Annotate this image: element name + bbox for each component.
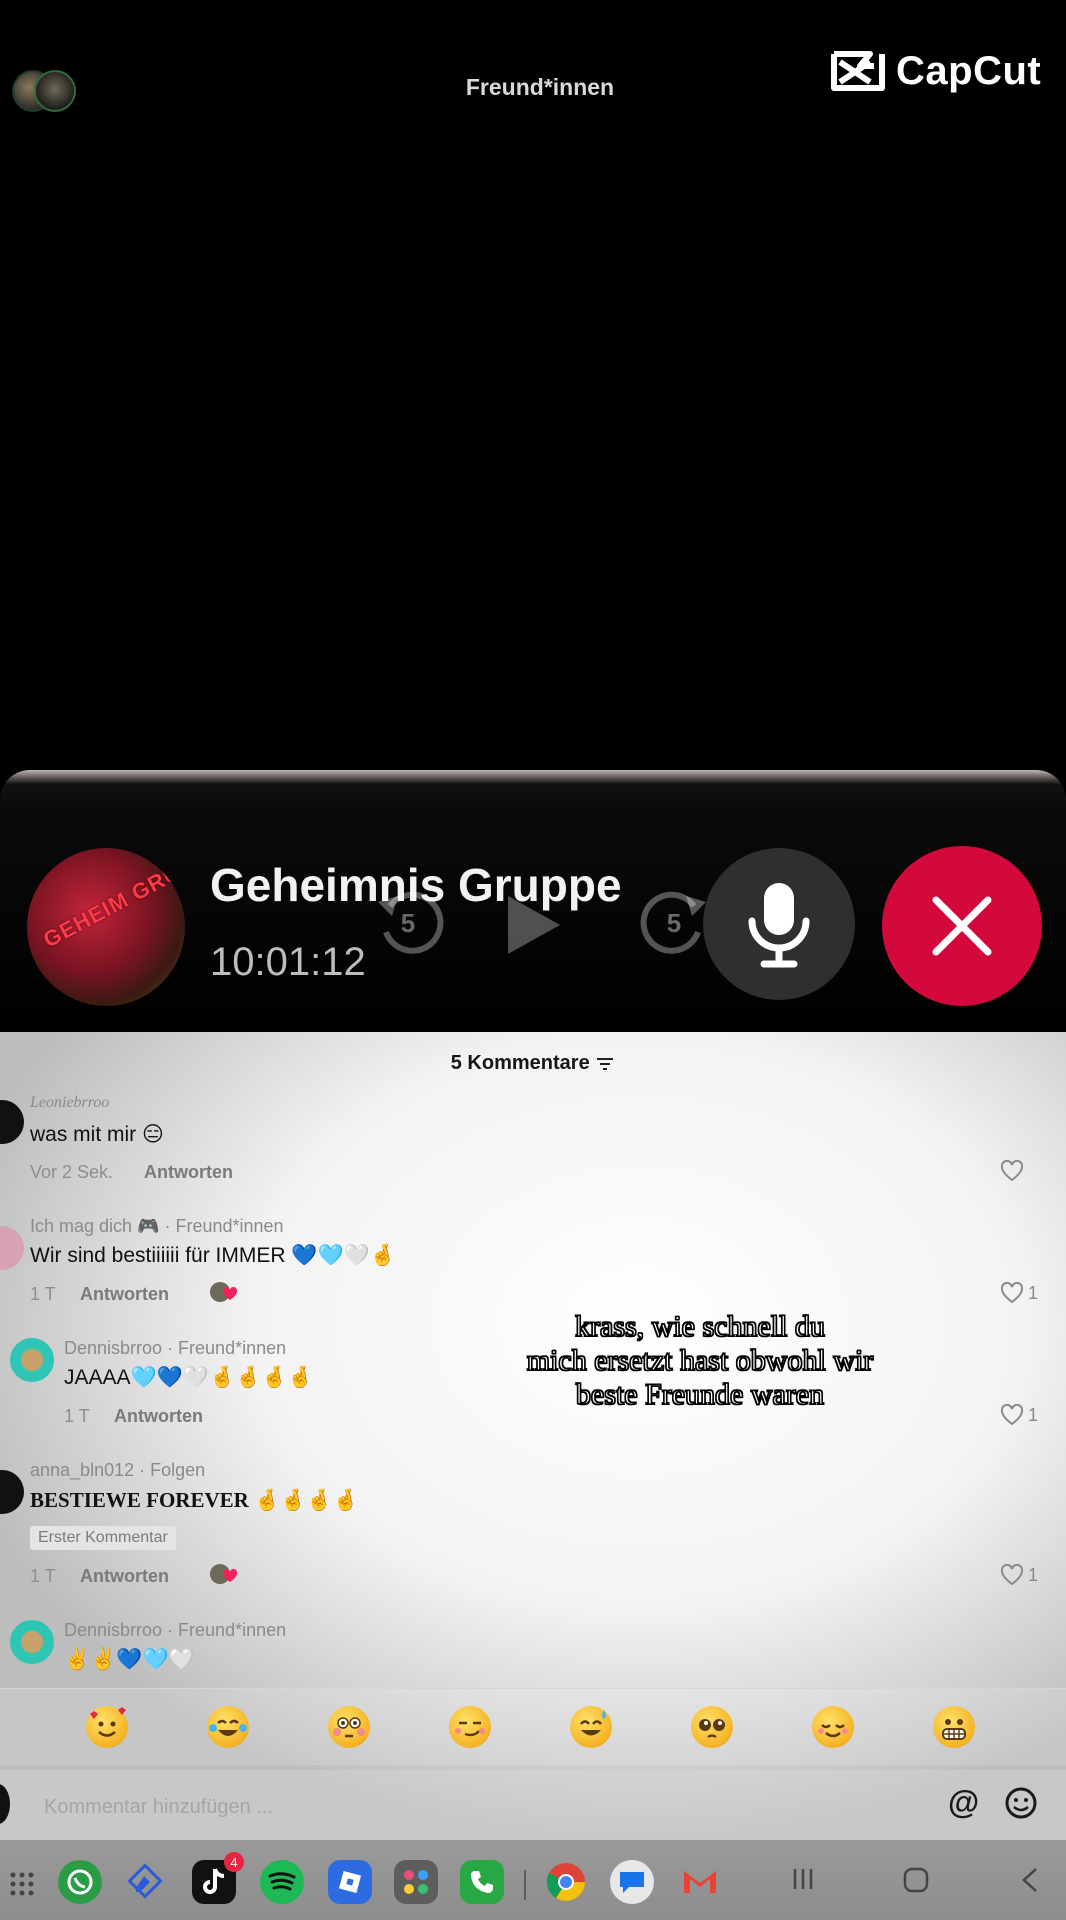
reply-button[interactable]: Antworten — [144, 1162, 233, 1183]
avatar[interactable] — [10, 1620, 54, 1664]
sweat-smile-emoji-icon[interactable] — [570, 1706, 612, 1748]
reply-button[interactable]: Antworten — [80, 1566, 169, 1587]
comment-username[interactable]: Dennisbrroo · Freund*innen — [64, 1620, 286, 1641]
call-timer: 10:01:12 — [210, 940, 366, 984]
filter-icon[interactable] — [595, 1056, 615, 1072]
spotify-icon[interactable] — [260, 1860, 304, 1904]
end-call-button[interactable] — [882, 846, 1042, 1006]
comment-text: JAAAA🩵💙🤍🤞🤞🤞🤞 — [64, 1366, 314, 1389]
capcut-wordmark: CapCut — [896, 48, 1042, 93]
comment-username[interactable]: Dennisbrroo · Freund*innen — [64, 1338, 286, 1359]
capcut-logo: CapCut — [830, 46, 1041, 96]
skip-back-label: 5 — [401, 908, 415, 938]
notification-badge: 4 — [224, 1852, 244, 1872]
whatsapp-icon[interactable] — [58, 1860, 102, 1904]
skip-back-5-icon[interactable]: 5 — [368, 880, 448, 960]
play-icon[interactable] — [498, 890, 568, 960]
subtitle-line: beste Freunde waren — [575, 1377, 825, 1411]
phone-icon[interactable] — [460, 1860, 504, 1904]
comment-username[interactable]: Leoniebrroo — [30, 1094, 109, 1112]
flushed-emoji-icon[interactable] — [328, 1706, 370, 1748]
comment-text: BESTIEWE FOREVER 🤞🤞🤞🤞 — [30, 1488, 359, 1512]
heart-icon — [1000, 1160, 1024, 1182]
emoji-picker-icon[interactable] — [1004, 1786, 1038, 1820]
chrome-icon[interactable] — [544, 1860, 588, 1904]
close-icon — [932, 896, 992, 956]
recent-apps-button[interactable] — [790, 1866, 816, 1899]
capcut-icon — [831, 51, 885, 91]
comment-input[interactable] — [42, 1790, 926, 1824]
comment-time: 1 T — [64, 1406, 90, 1426]
video-subtitle: krass, wie schnell du mich ersetzt hast … — [440, 1309, 960, 1412]
like-button[interactable] — [1000, 1160, 1028, 1182]
back-button[interactable] — [1018, 1866, 1040, 1901]
tiktok-icon[interactable]: 4 — [192, 1852, 244, 1904]
avatar[interactable] — [10, 1338, 54, 1382]
like-count: 1 — [1028, 1282, 1039, 1303]
comment-text: Wir sind bestiiiiii für IMMER 💙🩵🤍🤞 — [30, 1244, 396, 1267]
dock-divider — [524, 1870, 526, 1900]
home-button[interactable] — [902, 1866, 930, 1901]
microphone-button[interactable] — [703, 848, 855, 1000]
messages-icon[interactable] — [610, 1860, 654, 1904]
smiling-hearts-emoji-icon[interactable] — [86, 1706, 128, 1748]
comment-time: Vor 2 Sek. — [30, 1162, 114, 1182]
quick-emoji-bar — [0, 1688, 1066, 1765]
tears-of-joy-emoji-icon[interactable] — [207, 1706, 249, 1748]
pleading-emoji-icon[interactable] — [691, 1706, 733, 1748]
heart-icon — [1000, 1564, 1024, 1586]
group-avatar[interactable]: GEHEIM GRUPPE — [27, 848, 185, 1006]
grimacing-emoji-icon[interactable] — [933, 1706, 975, 1748]
like-button[interactable]: 1 — [1000, 1404, 1038, 1426]
reply-button[interactable]: Antworten — [114, 1406, 203, 1427]
comments-header[interactable]: 5 Kommentare — [0, 1052, 1066, 1075]
microphone-icon — [748, 883, 810, 968]
comment-time: 1 T — [30, 1566, 56, 1586]
like-button[interactable]: 1 — [1000, 1564, 1038, 1586]
like-count: 1 — [1028, 1564, 1039, 1585]
comment-username[interactable]: anna_bln012 · Folgen — [30, 1460, 205, 1481]
subtitle-line: krass, wie schnell du — [574, 1309, 825, 1343]
like-count: 1 — [1028, 1404, 1039, 1425]
avatar-stamp-text: GEHEIM GRUPPE — [39, 848, 185, 953]
mention-icon[interactable]: @ — [948, 1784, 979, 1821]
comment-text: was mit mir 😑 — [30, 1123, 164, 1146]
smirk-emoji-icon[interactable] — [449, 1706, 491, 1748]
skip-forward-label: 5 — [667, 908, 681, 938]
relieved-emoji-icon[interactable] — [812, 1706, 854, 1748]
edit-app-icon[interactable] — [124, 1860, 168, 1904]
comment-time: 1 T — [30, 1284, 56, 1304]
app-folder-icon[interactable] — [394, 1860, 438, 1904]
subtitle-line: mich ersetzt hast obwohl wir — [526, 1343, 874, 1377]
heart-icon — [1000, 1282, 1024, 1304]
gmail-icon[interactable] — [678, 1860, 722, 1904]
like-button[interactable]: 1 — [1000, 1282, 1038, 1304]
creator-liked-icon — [210, 1282, 238, 1302]
roblox-icon[interactable] — [328, 1860, 372, 1904]
reply-button[interactable]: Antworten — [80, 1284, 169, 1305]
comment-username[interactable]: Ich mag dich 🎮 · Freund*innen — [30, 1216, 284, 1237]
app-drawer-icon[interactable] — [8, 1870, 36, 1898]
heart-icon — [1000, 1404, 1024, 1426]
creator-liked-icon — [210, 1564, 238, 1584]
comments-count: 5 Kommentare — [450, 1052, 590, 1074]
comment-text: ✌️✌️💙🩵🤍 — [64, 1648, 195, 1671]
first-comment-badge: Erster Kommentar — [30, 1526, 176, 1550]
